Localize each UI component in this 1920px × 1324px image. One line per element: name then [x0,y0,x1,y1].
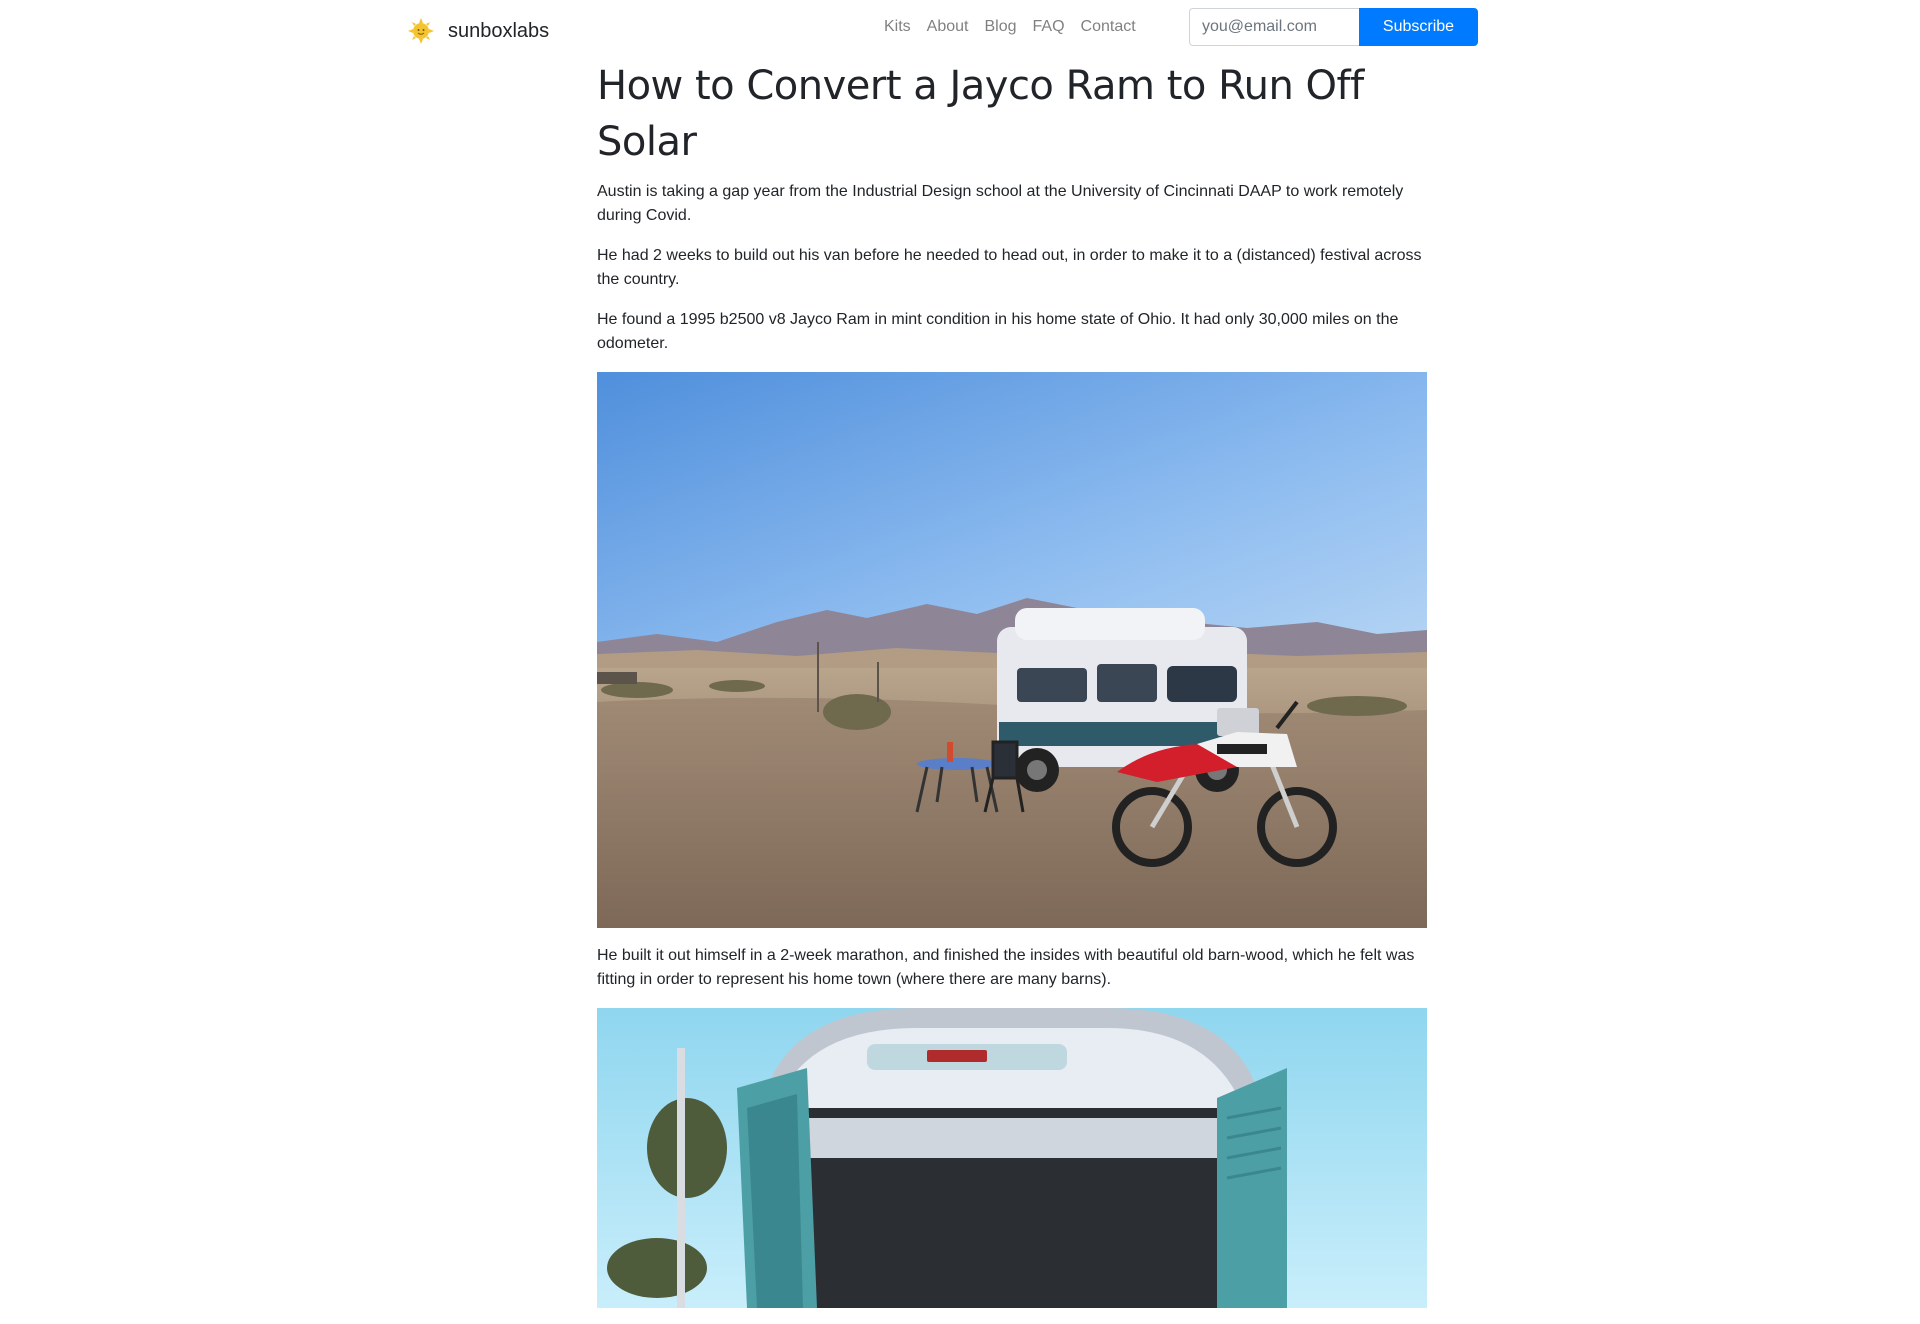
subscribe-button[interactable]: Subscribe [1359,8,1478,46]
nav-link-about[interactable]: About [927,14,969,40]
article-paragraph: Austin is taking a gap year from the Ind… [597,183,1404,224]
article-paragraph: He built it out himself in a 2-week mara… [597,947,1415,988]
van-rear-photo [597,1008,1427,1308]
nav-link-faq[interactable]: FAQ [1033,14,1065,40]
brand-name: sunboxlabs [448,20,550,42]
article: How to Convert a Jayco Ram to Run Off So… [597,58,1427,1324]
nav-link-contact[interactable]: Contact [1081,14,1136,40]
navbar: sunboxlabs Kits About Blog FAQ Contact S… [0,0,1920,60]
subscribe-form: Subscribe [1189,8,1478,46]
email-input[interactable] [1189,8,1359,46]
brand-link[interactable]: sunboxlabs [408,14,549,48]
sun-icon [408,18,434,44]
article-title: How to Convert a Jayco Ram to Run Off So… [597,63,1364,165]
nav-links: Kits About Blog FAQ Contact [884,14,1152,40]
van-desert-photo [597,372,1427,928]
nav-link-blog[interactable]: Blog [984,14,1016,40]
nav-link-kits[interactable]: Kits [884,14,911,40]
article-paragraph: He had 2 weeks to build out his van befo… [597,247,1422,288]
article-paragraph: He found a 1995 b2500 v8 Jayco Ram in mi… [597,311,1399,352]
